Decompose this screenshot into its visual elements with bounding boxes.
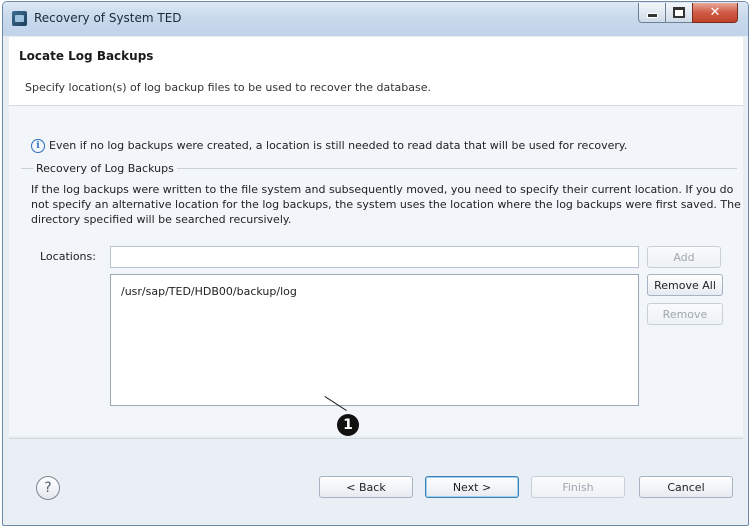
maximize-icon	[673, 7, 685, 18]
locations-label: Locations:	[40, 250, 96, 263]
info-message: Even if no log backups were created, a l…	[49, 139, 628, 152]
remove-all-button[interactable]: Remove All	[647, 274, 723, 296]
group-description: If the log backups were written to the f…	[31, 183, 741, 226]
title-bar[interactable]: Recovery of System TED ✕	[3, 2, 748, 36]
finish-button[interactable]: Finish	[531, 476, 625, 498]
minimize-button[interactable]	[638, 3, 666, 23]
callout-marker: 1	[337, 414, 359, 436]
help-icon[interactable]: ?	[36, 476, 60, 500]
recovery-dialog: Recovery of System TED ✕ Locate Log Back…	[2, 1, 749, 526]
close-button[interactable]: ✕	[692, 3, 738, 23]
window-title: Recovery of System TED	[34, 11, 182, 25]
add-button[interactable]: Add	[647, 246, 721, 268]
remove-button[interactable]: Remove	[647, 303, 723, 325]
wizard-body: i Even if no log backups were created, a…	[9, 106, 743, 436]
group-label: Recovery of Log Backups	[33, 162, 177, 175]
next-button[interactable]: Next >	[425, 476, 519, 498]
close-icon: ✕	[709, 5, 721, 20]
minimize-icon	[646, 13, 658, 18]
wizard-footer: ? < Back Next > Finish Cancel	[9, 438, 743, 523]
info-icon: i	[31, 139, 45, 153]
wizard-header: Locate Log Backups Specify location(s) o…	[9, 37, 743, 106]
app-icon	[12, 11, 27, 26]
page-title: Locate Log Backups	[19, 49, 154, 63]
locations-list[interactable]: /usr/sap/TED/HDB00/backup/log	[110, 274, 639, 406]
locations-input[interactable]	[110, 246, 639, 268]
back-button[interactable]: < Back	[319, 476, 413, 498]
cancel-button[interactable]: Cancel	[639, 476, 733, 498]
list-item[interactable]: /usr/sap/TED/HDB00/backup/log	[121, 285, 297, 298]
maximize-button[interactable]	[665, 3, 693, 23]
page-subtitle: Specify location(s) of log backup files …	[25, 81, 432, 94]
